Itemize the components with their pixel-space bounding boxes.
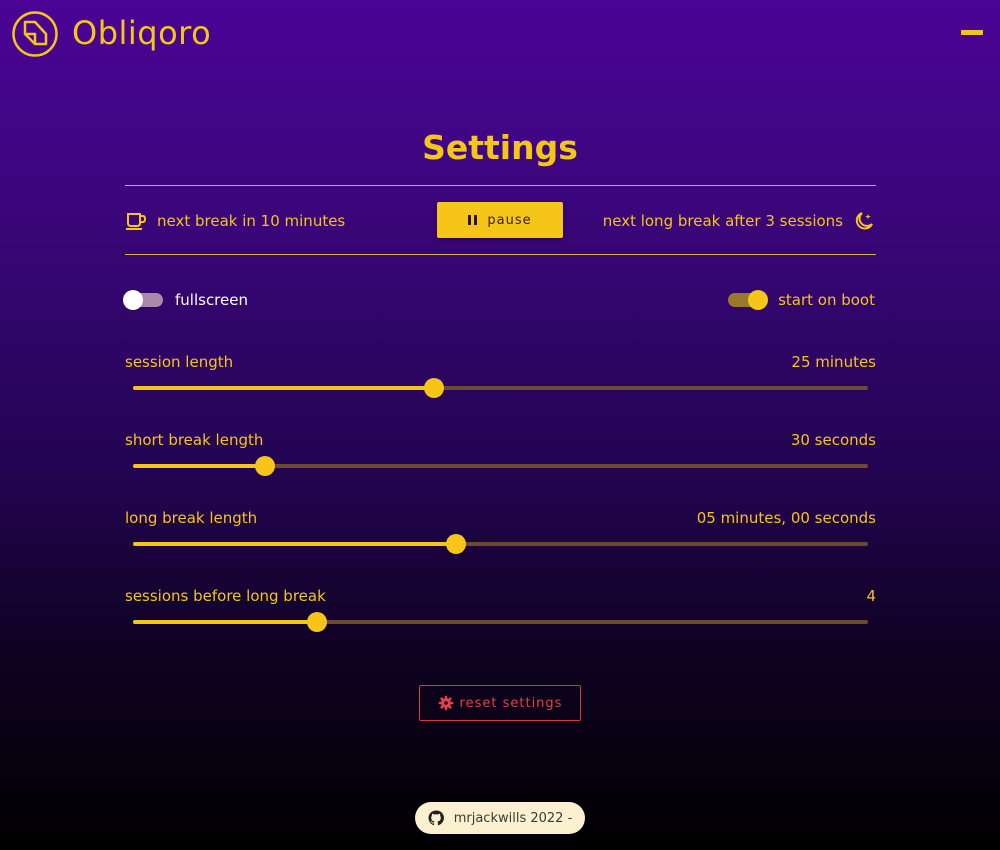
hamburger-menu-icon[interactable]: [961, 30, 983, 35]
brand-name: Obliqoro: [72, 14, 212, 52]
toggle-knob: [123, 290, 143, 310]
start-on-boot-label: start on boot: [778, 291, 875, 309]
slider-fill: [133, 386, 435, 390]
pause-button-label: pause: [487, 212, 532, 228]
next-long-break-text: next long break after 3 sessions: [602, 212, 843, 230]
start-on-boot-toggle[interactable]: [728, 290, 769, 310]
divider-bottom: [125, 254, 876, 255]
slider-label: sessions before long break: [125, 587, 326, 605]
obliqoro-logo-icon: [11, 10, 59, 58]
fullscreen-toggle[interactable]: [123, 290, 163, 310]
next-long-break-status: next long break after 3 sessions: [603, 209, 875, 233]
next-break-status: next break in 10 minutes: [125, 209, 345, 233]
slider-fill: [133, 542, 457, 546]
slider-thumb[interactable]: [306, 612, 327, 632]
session-length-setting: session length 25 minutes: [125, 353, 876, 413]
coffee-cup-icon: [125, 211, 147, 231]
fullscreen-label: fullscreen: [175, 291, 248, 309]
slider-value: 25 minutes: [791, 353, 876, 371]
slider-fill: [133, 620, 317, 624]
pause-icon: [468, 215, 478, 225]
reset-settings-label: reset settings: [459, 695, 563, 711]
page-title: Settings: [422, 128, 578, 167]
reset-settings-button[interactable]: reset settings: [419, 685, 581, 721]
sessions-before-long-break-slider[interactable]: [133, 612, 868, 632]
slider-thumb[interactable]: [255, 456, 276, 476]
slider-fill: [133, 464, 266, 468]
slider-label: short break length: [125, 431, 264, 449]
github-icon: [428, 810, 444, 826]
app-header: Obliqoro: [0, 0, 1000, 70]
slider-label: long break length: [125, 509, 258, 527]
fullscreen-toggle-row: fullscreen: [123, 288, 248, 312]
footer-text: mrjackwills 2022 -: [453, 810, 573, 826]
moon-stars-icon: [853, 210, 875, 232]
next-break-text: next break in 10 minutes: [157, 212, 346, 230]
gear-icon: [438, 695, 454, 711]
divider-top: [125, 185, 876, 186]
short-break-length-slider[interactable]: [133, 456, 868, 476]
long-break-length-setting: long break length 05 minutes, 00 seconds: [125, 509, 876, 569]
pause-button[interactable]: pause: [437, 202, 563, 238]
footer-credit[interactable]: mrjackwills 2022 -: [415, 802, 585, 834]
slider-thumb[interactable]: [424, 378, 445, 398]
slider-value: 30 seconds: [790, 431, 876, 449]
slider-value: 4: [866, 587, 876, 605]
toggle-knob: [748, 290, 769, 310]
start-on-boot-toggle-row: start on boot: [728, 288, 875, 312]
slider-label: session length: [125, 353, 234, 371]
long-break-length-slider[interactable]: [133, 534, 868, 554]
slider-thumb[interactable]: [446, 534, 467, 554]
short-break-length-setting: short break length 30 seconds: [125, 431, 876, 491]
slider-value: 05 minutes, 00 seconds: [696, 509, 876, 527]
sessions-before-long-break-setting: sessions before long break 4: [125, 587, 876, 647]
session-length-slider[interactable]: [133, 378, 868, 398]
